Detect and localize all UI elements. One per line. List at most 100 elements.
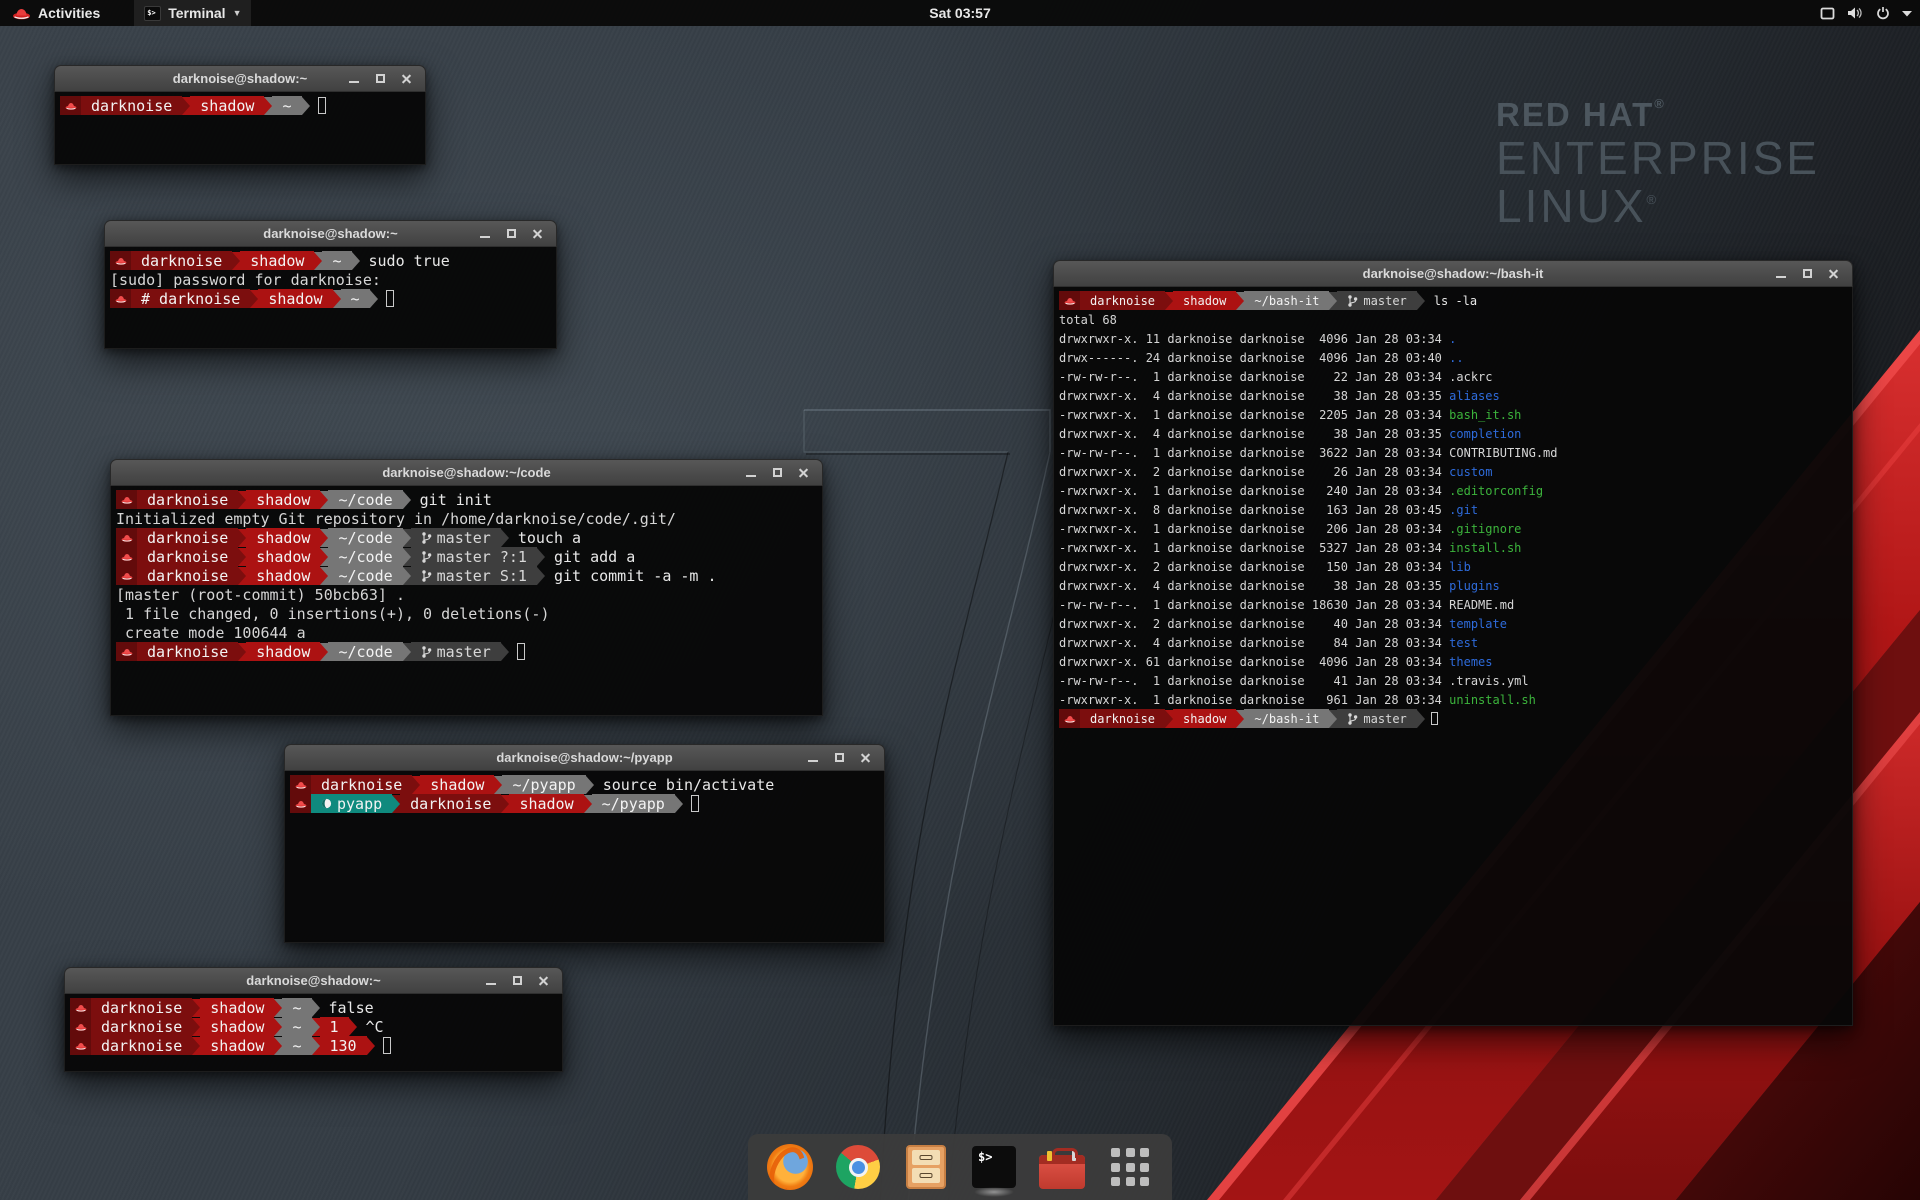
power-icon[interactable] xyxy=(1876,6,1890,20)
close-button[interactable] xyxy=(1820,261,1846,286)
close-button[interactable] xyxy=(393,66,419,91)
prompt-separator xyxy=(320,548,328,566)
terminal-body[interactable]: darknoiseshadow~/bash-itmasterls -latota… xyxy=(1053,287,1853,1026)
clock[interactable]: Sat 03:57 xyxy=(929,5,990,21)
window-titlebar[interactable]: darknoise@shadow:~/pyapp xyxy=(284,744,885,771)
output-text: -rwxrwxr-x. 1 darknoise darknoise 5327 J… xyxy=(1059,541,1449,555)
window-icon[interactable] xyxy=(1820,7,1835,20)
output-text: .travis.yml xyxy=(1449,674,1528,688)
prompt-segment-path: ~/code xyxy=(328,528,402,547)
chevron-down-icon[interactable] xyxy=(1902,10,1912,17)
dock-firefox[interactable] xyxy=(766,1143,814,1191)
prompt-hat-cell xyxy=(290,794,311,813)
command-text: sudo true xyxy=(369,252,450,270)
maximize-button[interactable] xyxy=(826,745,852,770)
terminal-window-1: darknoise@shadow:~ darknoiseshadow~ xyxy=(54,65,426,165)
command-text: touch a xyxy=(518,529,581,547)
dock-toolbox[interactable] xyxy=(1038,1143,1086,1191)
terminal-body[interactable]: darknoiseshadow~/codegit initInitialized… xyxy=(110,486,823,716)
window-titlebar[interactable]: darknoise@shadow:~ xyxy=(104,220,557,247)
output-text: [master (root-commit) 50bcb63] . xyxy=(116,586,405,604)
output-text: .git xyxy=(1449,503,1478,517)
window-titlebar[interactable]: darknoise@shadow:~ xyxy=(54,65,426,92)
terminal-line: pyappdarknoiseshadow~/pyapp xyxy=(290,794,884,813)
output-text: drwxrwxr-x. 61 darknoise darknoise 4096 … xyxy=(1059,655,1449,669)
minimize-button[interactable] xyxy=(738,460,764,485)
terminal-line: drwxrwxr-x. 4 darknoise darknoise 84 Jan… xyxy=(1059,633,1852,652)
prompt-hat-cell xyxy=(116,528,137,547)
close-icon xyxy=(538,975,549,986)
window-titlebar[interactable]: darknoise@shadow:~ xyxy=(64,967,563,994)
close-icon xyxy=(860,752,871,763)
terminal-line: 1 file changed, 0 insertions(+), 0 delet… xyxy=(116,604,822,623)
minimize-button[interactable] xyxy=(478,968,504,993)
output-text: drwxrwxr-x. 2 darknoise darknoise 40 Jan… xyxy=(1059,617,1449,631)
output-text: .ackrc xyxy=(1449,370,1492,384)
prompt-segment-host: shadow xyxy=(420,775,494,794)
prompt-hat-cell xyxy=(1059,291,1080,310)
app-menu-terminal[interactable]: $> Terminal ▼ xyxy=(134,0,251,26)
volume-icon[interactable] xyxy=(1847,6,1864,20)
window-titlebar[interactable]: darknoise@shadow:~/code xyxy=(110,459,823,486)
dock-chrome[interactable] xyxy=(834,1143,882,1191)
close-button[interactable] xyxy=(790,460,816,485)
terminal-body[interactable]: darknoiseshadow~/pyappsource bin/activat… xyxy=(284,771,885,943)
terminal-body[interactable]: darknoiseshadow~falsedarknoiseshadow~1^C… xyxy=(64,994,563,1072)
prompt-separator xyxy=(537,548,545,566)
dock-app-grid[interactable] xyxy=(1106,1143,1154,1191)
close-button[interactable] xyxy=(524,221,550,246)
output-text: -rwxrwxr-x. 1 darknoise darknoise 206 Ja… xyxy=(1059,522,1449,536)
prompt-segment-git: master xyxy=(1337,709,1416,728)
prompt-segment-path: ~/pyapp xyxy=(592,794,675,813)
dock-terminal[interactable]: $> xyxy=(970,1143,1018,1191)
command-text: source bin/activate xyxy=(603,776,775,794)
terminal-line: # darknoiseshadow~ xyxy=(110,289,556,308)
redhat-prompt-icon xyxy=(65,102,77,110)
prompt-separator xyxy=(403,567,411,585)
maximize-button[interactable] xyxy=(1794,261,1820,286)
prompt-segment-user: darknoise xyxy=(137,547,238,566)
maximize-button[interactable] xyxy=(764,460,790,485)
prompt-segment-user: darknoise xyxy=(81,96,182,115)
prompt-separator xyxy=(403,548,411,566)
prompt-segment-user: darknoise xyxy=(137,490,238,509)
output-text: drwxrwxr-x. 4 darknoise darknoise 38 Jan… xyxy=(1059,427,1449,441)
prompt-separator xyxy=(274,1037,282,1055)
prompt-segment-exit: 130 xyxy=(320,1036,367,1055)
terminal-body[interactable]: darknoiseshadow~ xyxy=(54,92,426,165)
maximize-button[interactable] xyxy=(367,66,393,91)
terminal-window-4: darknoise@shadow:~/pyappdarknoiseshadow~… xyxy=(284,744,885,943)
prompt-segment-user: darknoise xyxy=(137,528,238,547)
prompt-separator xyxy=(238,567,246,585)
prompt-segment-host: shadow xyxy=(200,998,274,1017)
terminal-cursor xyxy=(386,290,394,307)
terminal-line: darknoiseshadow~ xyxy=(60,96,425,115)
maximize-button[interactable] xyxy=(498,221,524,246)
dock-files[interactable] xyxy=(902,1143,950,1191)
terminal-line: -rw-rw-r--. 1 darknoise darknoise 22 Jan… xyxy=(1059,367,1852,386)
prompt-separator xyxy=(264,97,272,115)
prompt-separator xyxy=(320,491,328,509)
git-branch-icon xyxy=(421,531,432,545)
window-titlebar[interactable]: darknoise@shadow:~/bash-it xyxy=(1053,260,1853,287)
terminal-line: darknoiseshadow~/bash-itmaster xyxy=(1059,709,1852,728)
output-text: drwxrwxr-x. 4 darknoise darknoise 84 Jan… xyxy=(1059,636,1449,650)
minimize-icon xyxy=(746,475,756,477)
prompt-separator xyxy=(182,97,190,115)
maximize-button[interactable] xyxy=(504,968,530,993)
terminal-line: darknoiseshadow~sudo true xyxy=(110,251,556,270)
prompt-separator xyxy=(501,795,509,813)
redhat-prompt-icon xyxy=(75,1042,87,1050)
close-button[interactable] xyxy=(852,745,878,770)
close-button[interactable] xyxy=(530,968,556,993)
minimize-button[interactable] xyxy=(341,66,367,91)
activities-button[interactable]: Activities xyxy=(0,0,112,26)
prompt-segment-exit: 1 xyxy=(320,1017,349,1036)
terminal-body[interactable]: darknoiseshadow~sudo true[sudo] password… xyxy=(104,247,557,349)
prompt-hat-cell xyxy=(116,490,137,509)
minimize-button[interactable] xyxy=(800,745,826,770)
minimize-button[interactable] xyxy=(1768,261,1794,286)
prompt-segment-path: ~ xyxy=(341,289,370,308)
minimize-button[interactable] xyxy=(472,221,498,246)
prompt-separator xyxy=(1165,292,1173,310)
